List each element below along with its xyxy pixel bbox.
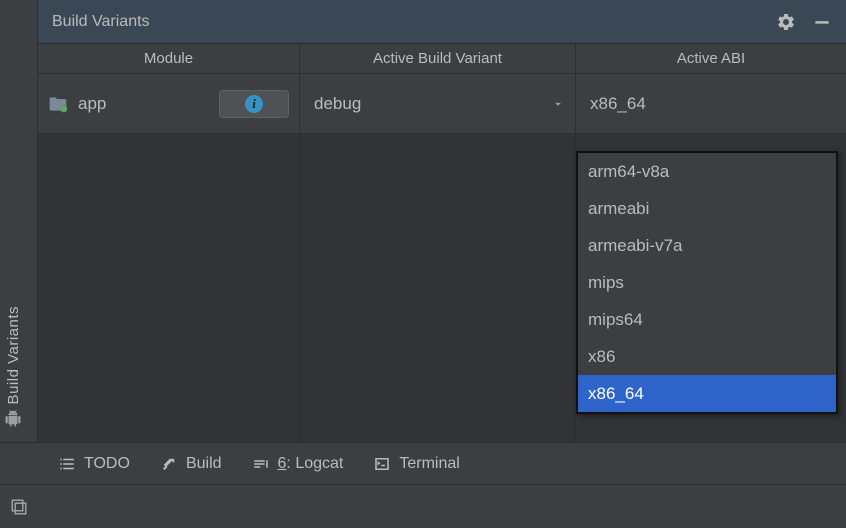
gear-icon — [776, 12, 796, 32]
abi-option-arm64-v8a[interactable]: arm64-v8a — [578, 153, 836, 190]
tab-label: Build Variants — [5, 306, 22, 404]
logcat-tool-button[interactable]: 6: Logcat — [252, 455, 344, 473]
tool-window-bar: TODO Build 6: Logcat Terminal — [0, 442, 846, 484]
logcat-icon — [252, 455, 270, 473]
abi-option-x86_64[interactable]: x86_64 — [578, 375, 836, 412]
list-icon — [58, 455, 76, 473]
column-header-variant: Active Build Variant — [300, 44, 576, 73]
windows-icon[interactable] — [10, 498, 28, 516]
settings-button[interactable] — [776, 12, 796, 32]
android-icon — [4, 410, 22, 428]
bottom-status-bar — [0, 484, 846, 528]
terminal-label: Terminal — [399, 455, 459, 473]
abi-option-x86[interactable]: x86 — [578, 338, 836, 375]
hammer-icon — [160, 455, 178, 473]
side-tab-bar: Build Variants — [0, 0, 38, 442]
build-tool-button[interactable]: Build — [160, 455, 222, 473]
abi-option-mips64[interactable]: mips64 — [578, 301, 836, 338]
minimize-button[interactable] — [812, 12, 832, 32]
abi-option-mips[interactable]: mips — [578, 264, 836, 301]
terminal-tool-button[interactable]: Terminal — [373, 455, 459, 473]
folder-icon — [48, 95, 68, 113]
todo-label: TODO — [84, 455, 130, 473]
columns-header: Module Active Build Variant Active ABI — [38, 44, 846, 74]
panel-titlebar: Build Variants — [38, 0, 846, 44]
logcat-label: 6: Logcat — [278, 455, 344, 473]
panel-title: Build Variants — [52, 13, 150, 31]
minimize-icon — [812, 12, 832, 32]
abi-dropdown-popup: arm64-v8a armeabi armeabi-v7a mips mips6… — [576, 151, 838, 414]
info-badge[interactable]: i — [219, 90, 289, 118]
abi-cell[interactable]: x86_64 — [576, 74, 846, 133]
chevron-down-icon — [551, 97, 565, 111]
todo-tool-button[interactable]: TODO — [58, 455, 130, 473]
abi-option-armeabi-v7a[interactable]: armeabi-v7a — [578, 227, 836, 264]
variant-cell[interactable]: debug — [300, 74, 576, 133]
abi-value: x86_64 — [586, 94, 646, 114]
terminal-icon — [373, 455, 391, 473]
table-row: app i debug x86_64 — [38, 74, 846, 134]
info-icon: i — [245, 95, 263, 113]
column-header-abi: Active ABI — [576, 44, 846, 73]
build-label: Build — [186, 455, 222, 473]
module-name: app — [78, 94, 106, 114]
module-cell: app i — [38, 74, 300, 133]
column-header-module: Module — [38, 44, 300, 73]
titlebar-actions — [776, 12, 832, 32]
abi-option-armeabi[interactable]: armeabi — [578, 190, 836, 227]
build-variants-tab[interactable]: Build Variants — [4, 306, 22, 428]
variant-value: debug — [310, 94, 361, 114]
